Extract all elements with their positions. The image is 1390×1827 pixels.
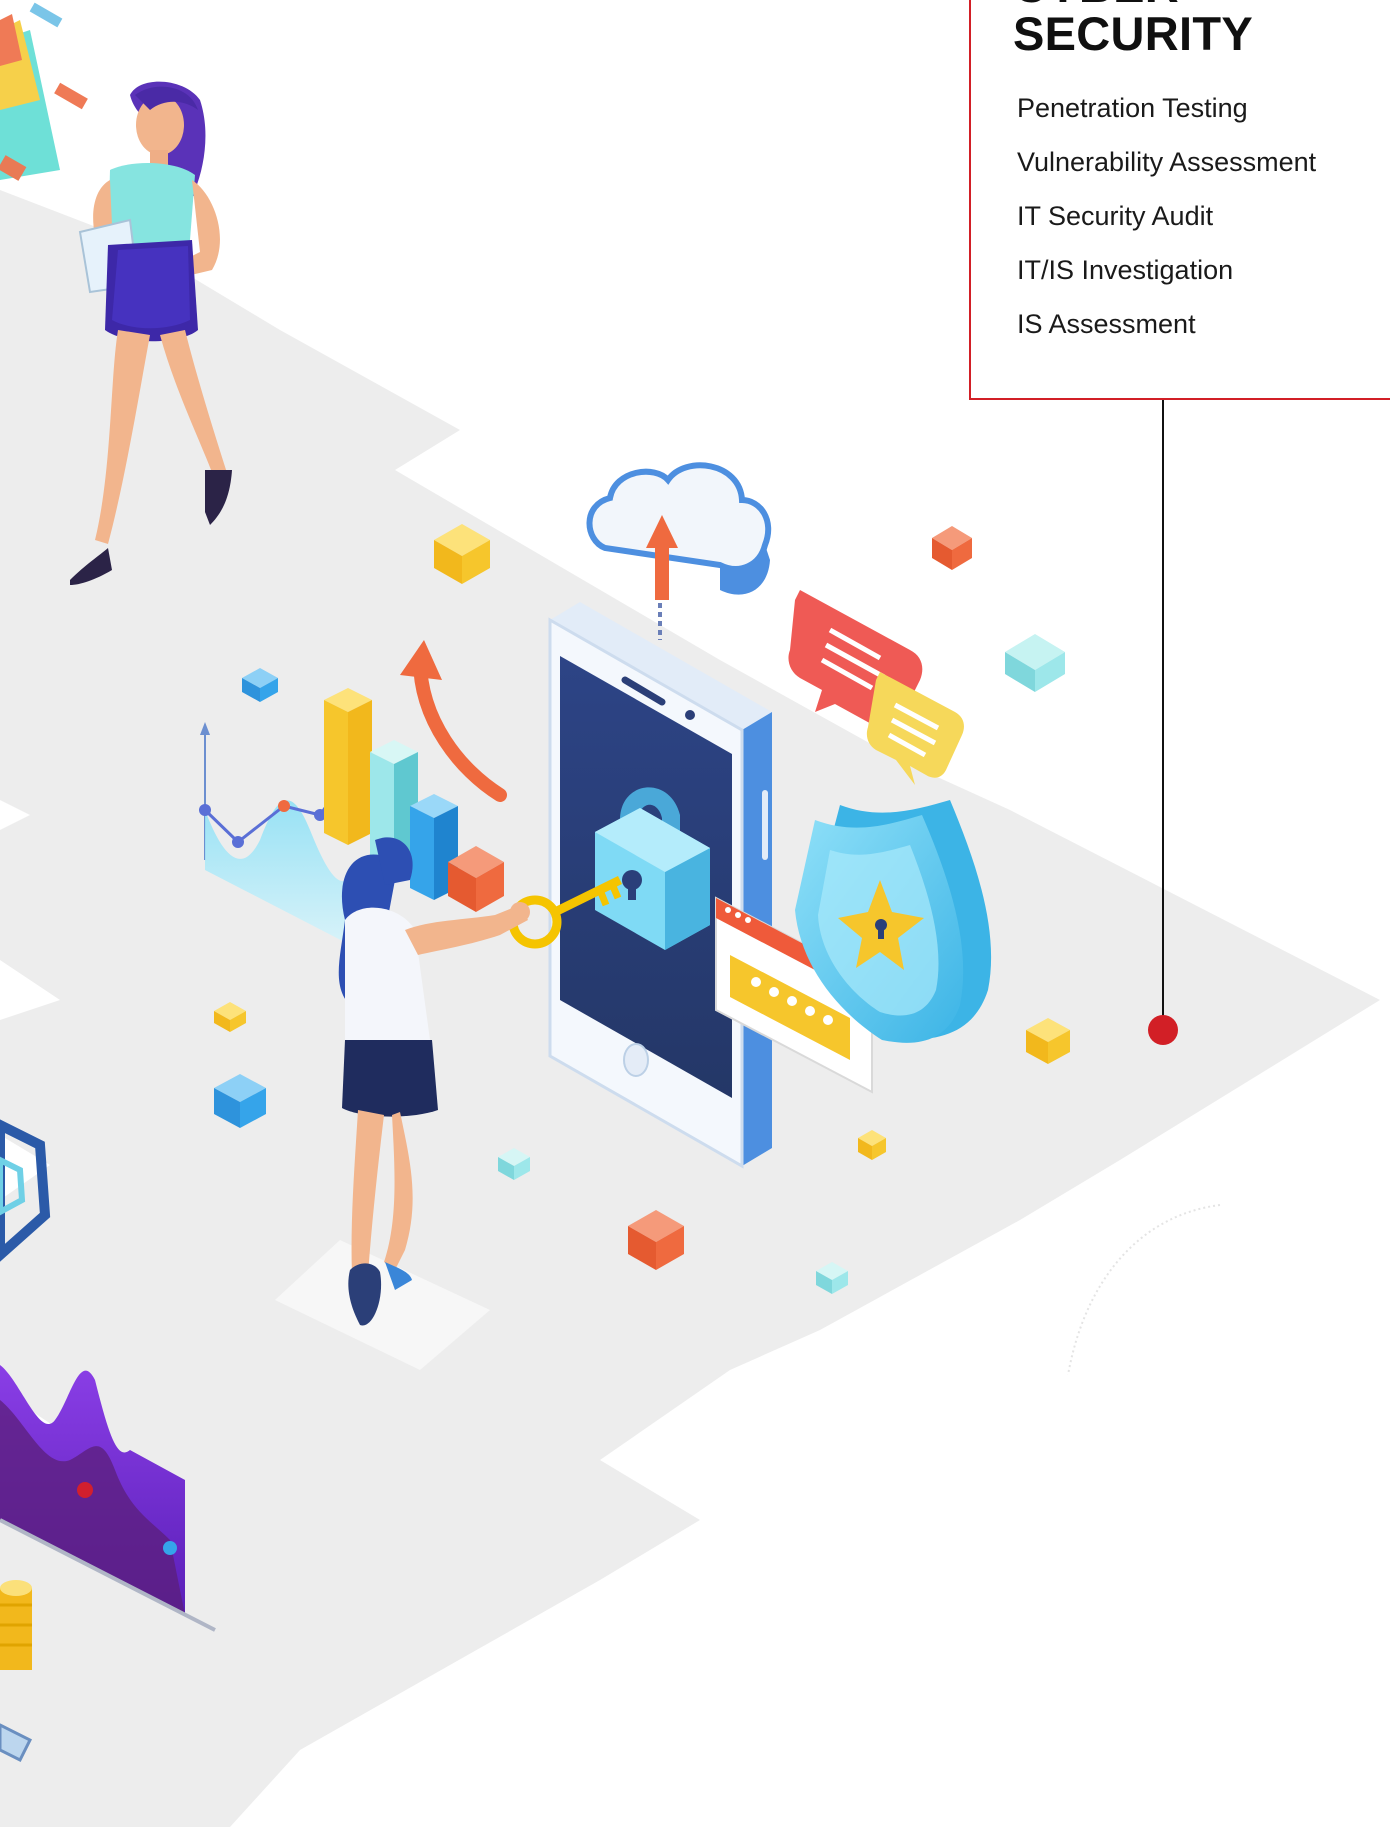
- cube-teal-right: [1005, 634, 1065, 692]
- cube-orange-small: [932, 526, 972, 570]
- cyber-security-card: CYBER SECURITY Penetration Testing Vulne…: [969, 0, 1390, 400]
- list-item: IT Security Audit: [1017, 201, 1214, 231]
- connector-dot: [1148, 1015, 1178, 1045]
- coin-stack-icon: [0, 1580, 32, 1670]
- floor-notch: [1090, 800, 1190, 860]
- list-item: IT/IS Investigation: [1017, 255, 1234, 285]
- list-item: Penetration Testing: [1017, 93, 1248, 123]
- list-item: IS Assessment: [1017, 309, 1196, 339]
- pyramid-chart-icon: [0, 2, 88, 181]
- service-list: Penetration Testing Vulnerability Assess…: [1017, 92, 1316, 362]
- card-title: CYBER SECURITY: [1013, 0, 1253, 58]
- list-item: Vulnerability Assessment: [1017, 147, 1317, 177]
- card-title-line2: SECURITY: [1013, 7, 1254, 60]
- decorative-arc: [1067, 1204, 1221, 1376]
